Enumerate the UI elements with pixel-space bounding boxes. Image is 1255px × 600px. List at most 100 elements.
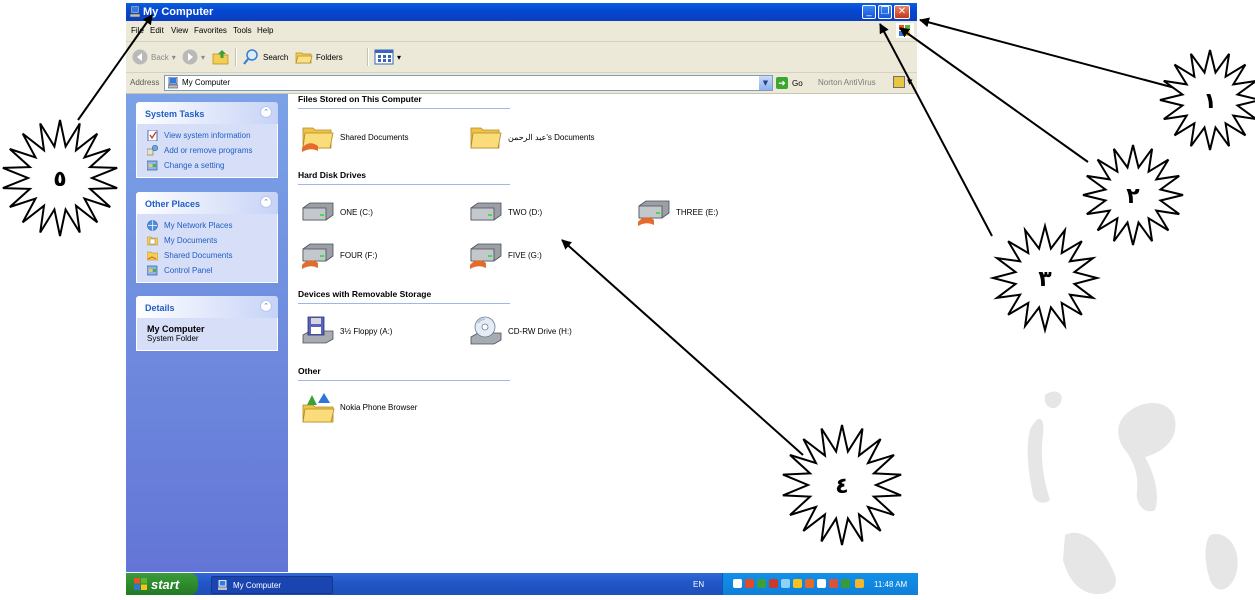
restore-button[interactable]: ❐ (878, 5, 892, 19)
other-places-title: Other Places (145, 199, 201, 209)
system-tasks-title: System Tasks (145, 109, 205, 119)
menu-bar: File Edit View Favorites Tools Help (126, 21, 917, 42)
task-add-remove-programs[interactable]: Add or remove programs (137, 143, 277, 158)
menu-favorites[interactable]: Favorites (194, 26, 227, 35)
address-value: My Computer (182, 78, 231, 87)
start-label: start (151, 576, 180, 592)
section-title: Files Stored on This Computer (298, 94, 422, 104)
my-computer-icon (168, 77, 178, 89)
go-button[interactable]: ➜ Go (776, 76, 803, 90)
tray-app-icon[interactable] (829, 579, 838, 588)
taskbar: start My Computer EN 11:48 AM (126, 573, 918, 595)
drive-h-cdrw[interactable]: CD-RW Drive (H:) (468, 314, 572, 348)
place-my-documents[interactable]: My Documents (137, 233, 277, 248)
place-label: My Network Places (164, 221, 233, 230)
system-tasks-panel: System Tasks ⌃ View system information A… (136, 102, 278, 178)
item-label: TWO (D:) (508, 207, 543, 217)
annotation-starburst-1 (1159, 49, 1255, 151)
up-folder-button[interactable] (212, 48, 230, 66)
place-label: Control Panel (164, 266, 213, 275)
tray-app-icon[interactable] (745, 579, 754, 588)
drive-e[interactable]: THREE (E:) (636, 195, 718, 229)
annotation-label-1: ١ (1203, 89, 1216, 114)
details-title: Details (145, 303, 175, 313)
norton-icon[interactable] (893, 76, 905, 88)
bluetooth-icon[interactable] (817, 579, 826, 588)
annotation-starburst-5 (2, 119, 118, 237)
drive-g[interactable]: FIVE (G:) (468, 238, 542, 272)
bluetooth-icon[interactable] (733, 579, 742, 588)
address-bar: Address My Computer ▼ ➜ Go Norton AntiVi… (126, 73, 917, 94)
forward-button[interactable]: ▾ (182, 48, 205, 66)
collapse-chevron-icon[interactable]: ⌃ (260, 196, 272, 208)
start-button[interactable]: start (126, 573, 198, 595)
language-indicator[interactable]: EN (693, 580, 704, 589)
details-header[interactable]: Details ⌃ (136, 296, 278, 318)
task-label: Change a setting (164, 161, 225, 170)
drive-d[interactable]: TWO (D:) (468, 195, 542, 229)
details-panel: Details ⌃ My Computer System Folder (136, 296, 278, 351)
menu-file[interactable]: File (131, 26, 144, 35)
clock: 11:48 AM (874, 580, 908, 589)
item-label: FIVE (G:) (508, 250, 542, 260)
task-change-a-setting[interactable]: Change a setting (137, 158, 277, 173)
menu-tools[interactable]: Tools (233, 26, 252, 35)
item-label: Nokia Phone Browser (340, 402, 418, 412)
views-dropdown-icon: ▾ (397, 52, 402, 62)
drive-f[interactable]: FOUR (F:) (300, 238, 377, 272)
tray-app-icon[interactable] (769, 579, 778, 588)
norton-antivirus-label[interactable]: Norton AntiVirus (818, 78, 876, 87)
section-header-drives: Hard Disk Drives (298, 170, 510, 185)
views-button[interactable]: ▾ (374, 48, 401, 66)
search-button[interactable]: Search (242, 48, 288, 66)
item-user-documents[interactable]: عبد الرحمن's Documents (468, 120, 595, 154)
address-input[interactable]: My Computer ▼ (164, 75, 773, 91)
network-icon[interactable] (841, 579, 850, 588)
volume-icon[interactable] (781, 579, 790, 588)
place-my-network-places[interactable]: My Network Places (137, 218, 277, 233)
item-label: ONE (C:) (340, 207, 373, 217)
tray-app-icon[interactable] (855, 579, 864, 588)
back-button[interactable]: Back ▾ (132, 48, 176, 66)
address-dropdown-icon[interactable]: ▼ (759, 76, 772, 90)
menu-view[interactable]: View (171, 26, 188, 35)
drive-a-floppy[interactable]: 3½ Floppy (A:) (300, 314, 392, 348)
task-label: View system information (164, 131, 251, 140)
control-panel-icon (147, 160, 158, 171)
place-control-panel[interactable]: Control Panel (137, 263, 277, 278)
item-label: THREE (E:) (676, 207, 719, 217)
place-shared-documents[interactable]: Shared Documents (137, 248, 277, 263)
close-button[interactable]: ✕ (894, 5, 910, 19)
windows-logo-icon (896, 23, 914, 38)
tray-app-icon[interactable] (805, 579, 814, 588)
drive-c[interactable]: ONE (C:) (300, 195, 373, 229)
item-label: FOUR (F:) (340, 250, 378, 260)
other-places-header[interactable]: Other Places ⌃ (136, 192, 278, 214)
collapse-chevron-icon[interactable]: ⌃ (260, 300, 272, 312)
back-dropdown-icon: ▾ (171, 52, 176, 62)
annotation-starburst-3 (989, 222, 1101, 334)
taskbar-item-my-computer[interactable]: My Computer (211, 576, 333, 594)
folders-icon (295, 52, 313, 64)
norton-dropdown-icon[interactable]: ▼ (907, 78, 912, 86)
tray-app-icon[interactable] (793, 579, 802, 588)
shared-documents-icon (147, 251, 158, 261)
title-bar[interactable]: My Computer _ ❐ ✕ (126, 3, 917, 21)
window-title: My Computer (143, 6, 214, 18)
menu-help[interactable]: Help (257, 26, 273, 35)
folders-button[interactable]: Folders (295, 48, 343, 66)
go-arrow-icon: ➜ (776, 77, 788, 89)
minimize-button[interactable]: _ (862, 5, 876, 19)
item-shared-documents[interactable]: Shared Documents (300, 120, 408, 154)
collapse-chevron-icon[interactable]: ⌃ (260, 106, 272, 118)
address-label: Address (130, 78, 160, 87)
tray-app-icon[interactable] (757, 579, 766, 588)
task-label: Add or remove programs (164, 146, 253, 155)
my-documents-icon (147, 236, 158, 246)
section-header-other: Other (298, 366, 510, 381)
item-nokia-phone-browser[interactable]: Nokia Phone Browser (300, 390, 417, 424)
system-tasks-header[interactable]: System Tasks ⌃ (136, 102, 278, 124)
hard-drive-icon (302, 202, 334, 221)
menu-edit[interactable]: Edit (150, 26, 164, 35)
task-view-system-information[interactable]: View system information (137, 128, 277, 143)
